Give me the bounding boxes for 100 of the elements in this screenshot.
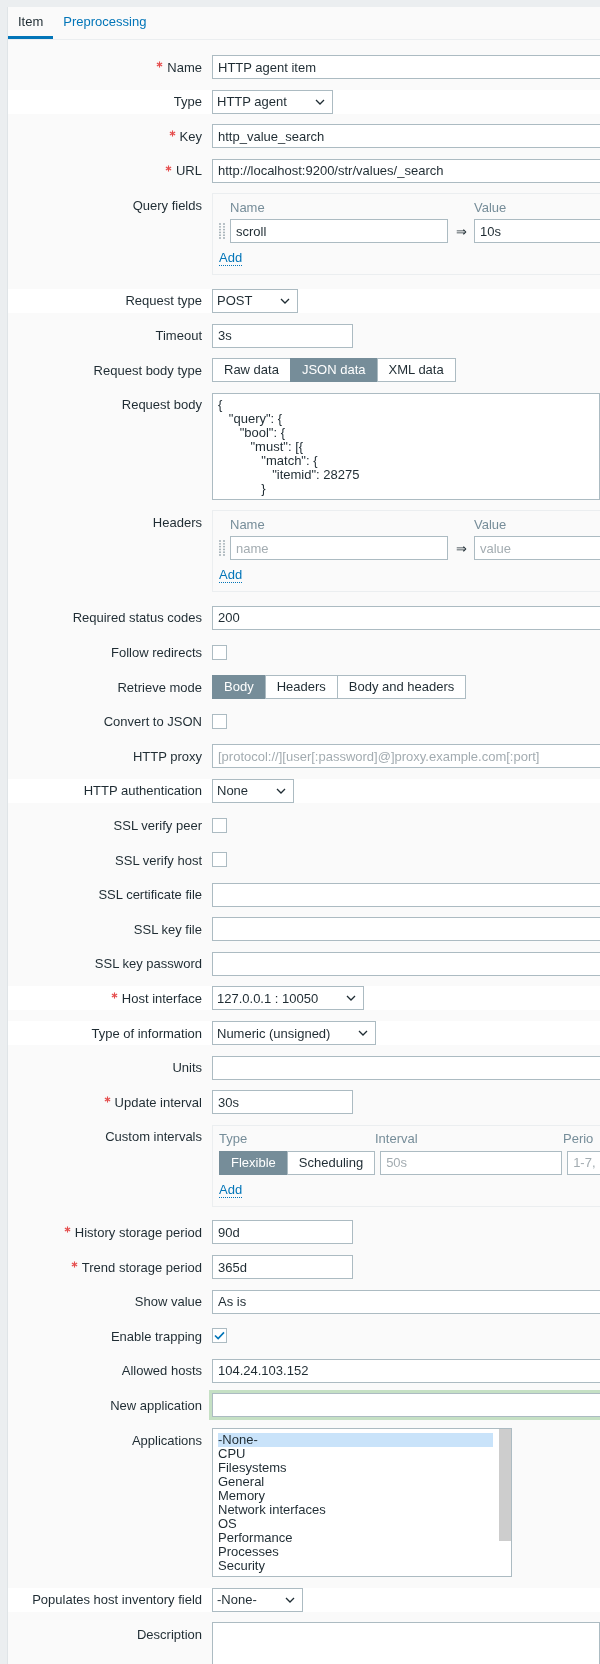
field-label: SSL key password xyxy=(94,956,202,972)
field-label: Follow redirects xyxy=(110,645,202,661)
caret-icon xyxy=(346,995,357,1002)
list-option[interactable]: Filesystems xyxy=(218,1461,493,1475)
checkbox[interactable] xyxy=(212,1328,227,1344)
select-dropdown[interactable]: POST xyxy=(212,288,299,313)
field-label: URL xyxy=(176,163,202,179)
field-label: HTTP proxy xyxy=(132,748,202,764)
input-field[interactable] xyxy=(212,951,600,976)
field-label: SSL key file xyxy=(133,921,202,937)
input-field[interactable]: 30s xyxy=(212,1090,353,1115)
input-field[interactable]: http_value_search xyxy=(212,124,600,149)
caret-icon xyxy=(314,98,325,105)
field-label: Trend storage period xyxy=(81,1259,202,1275)
caret-icon xyxy=(284,1596,295,1603)
field-label: Timeout xyxy=(155,328,202,344)
caret-icon xyxy=(280,297,291,304)
column-header: Interval xyxy=(375,1131,419,1147)
input-field[interactable]: HTTP agent item xyxy=(212,55,600,79)
list-option[interactable]: Performance xyxy=(218,1531,493,1545)
select-dropdown[interactable]: 127.0.0.1 : 10050 xyxy=(212,986,365,1011)
checkbox[interactable] xyxy=(212,852,227,868)
caret-icon xyxy=(358,1030,369,1037)
list-option[interactable]: CPU xyxy=(218,1447,493,1461)
field-label: Units xyxy=(172,1060,202,1076)
input-field[interactable] xyxy=(212,917,600,942)
tab[interactable]: Item xyxy=(8,7,54,39)
list-option[interactable]: Security xyxy=(218,1559,493,1573)
input-field[interactable]: 1-7, xyxy=(567,1150,600,1175)
select-dropdown[interactable]: HTTP agent xyxy=(212,89,333,114)
field-label: Request type xyxy=(125,293,202,309)
field-label: HTTP authentication xyxy=(83,783,202,799)
field-label: Request body type xyxy=(93,362,202,378)
list-option[interactable]: OS xyxy=(218,1517,493,1531)
tab[interactable]: Preprocessing xyxy=(53,7,157,39)
input-field[interactable]: [protocol://][user[:password]@]proxy.example.com[:port] xyxy=(212,744,600,769)
input-field[interactable]: 3s xyxy=(212,323,353,348)
field-label: Convert to JSON xyxy=(103,714,202,730)
list-option[interactable]: Memory xyxy=(218,1489,493,1503)
textarea-field[interactable]: { "query": { "bool": { "must": [{ "match": { "itemid": 28275 } xyxy=(212,392,600,500)
list-option[interactable]: General xyxy=(218,1475,493,1489)
input-field[interactable]: 50s xyxy=(380,1150,563,1175)
add-link[interactable]: Add xyxy=(219,1182,243,1198)
field-label: Allowed hosts xyxy=(121,1363,202,1379)
field-label: Custom intervals xyxy=(105,1129,202,1145)
checkbox[interactable] xyxy=(212,817,227,833)
add-link[interactable]: Add xyxy=(219,568,243,584)
field-label: Name xyxy=(167,59,202,75)
arrow-symbol: ⇒ xyxy=(454,540,468,556)
list-option[interactable]: -None- xyxy=(218,1433,493,1447)
column-header: Value xyxy=(474,516,507,532)
toggle-button[interactable]: Scheduling xyxy=(286,1150,376,1175)
checkbox[interactable] xyxy=(212,644,227,660)
field-label: History storage period xyxy=(74,1224,202,1240)
field-label: Retrieve mode xyxy=(117,679,202,695)
input-field[interactable]: scroll xyxy=(230,219,448,244)
field-label: Headers xyxy=(152,514,202,530)
column-header: Name xyxy=(230,516,266,532)
field-label: New application xyxy=(110,1397,202,1413)
field-label: Update interval xyxy=(114,1094,202,1110)
caret-icon xyxy=(276,787,287,794)
select-dropdown[interactable]: None xyxy=(212,778,295,803)
column-header: Value xyxy=(474,199,507,215)
toggle-button[interactable]: Body and headers xyxy=(336,675,467,700)
field-label: Type of information xyxy=(91,1025,202,1041)
drag-handle-icon[interactable] xyxy=(219,223,225,240)
toggle-button[interactable]: XML data xyxy=(376,358,456,383)
field-label: Query fields xyxy=(132,197,202,213)
column-header: Perio xyxy=(563,1131,594,1147)
input-field[interactable]: name xyxy=(230,536,448,561)
field-label: Request body xyxy=(121,397,202,413)
list-option[interactable]: Network interfaces xyxy=(218,1503,493,1517)
input-field[interactable]: http://localhost:9200/str/values/_search xyxy=(212,158,600,183)
select-dropdown[interactable]: -None- xyxy=(212,1587,303,1612)
toggle-button[interactable]: Raw data xyxy=(212,358,291,383)
drag-handle-icon[interactable] xyxy=(219,540,225,557)
input-field[interactable]: As is xyxy=(212,1289,600,1314)
input-field[interactable]: 104.24.103.152 xyxy=(212,1358,600,1383)
input-field[interactable]: value xyxy=(474,536,600,561)
field-label: Populates host inventory field xyxy=(32,1592,202,1608)
field-label: SSL verify host xyxy=(115,852,202,868)
input-field[interactable] xyxy=(212,882,600,907)
input-field[interactable] xyxy=(212,1055,600,1080)
input-field[interactable]: 10s xyxy=(474,219,600,244)
list-option[interactable]: Processes xyxy=(218,1545,493,1559)
field-label: Applications xyxy=(131,1432,202,1448)
input-field[interactable] xyxy=(212,1393,600,1418)
input-field[interactable]: 365d xyxy=(212,1255,353,1280)
field-label: SSL certificate file xyxy=(98,887,202,903)
field-label: Enable trapping xyxy=(110,1328,202,1344)
check-icon xyxy=(214,1331,225,1341)
column-header: Name xyxy=(230,199,266,215)
listbox[interactable]: -None- CPU Filesystems General Memory Network interfaces OS Performance Processes Security xyxy=(212,1428,512,1577)
toggle-button[interactable]: Headers xyxy=(264,675,338,700)
input-field[interactable]: 200 xyxy=(212,605,600,630)
field-label: Type xyxy=(173,94,202,110)
checkbox[interactable] xyxy=(212,713,227,729)
input-field[interactable]: 90d xyxy=(212,1220,353,1245)
add-link[interactable]: Add xyxy=(219,251,243,267)
select-dropdown[interactable]: Numeric (unsigned) xyxy=(212,1021,377,1046)
